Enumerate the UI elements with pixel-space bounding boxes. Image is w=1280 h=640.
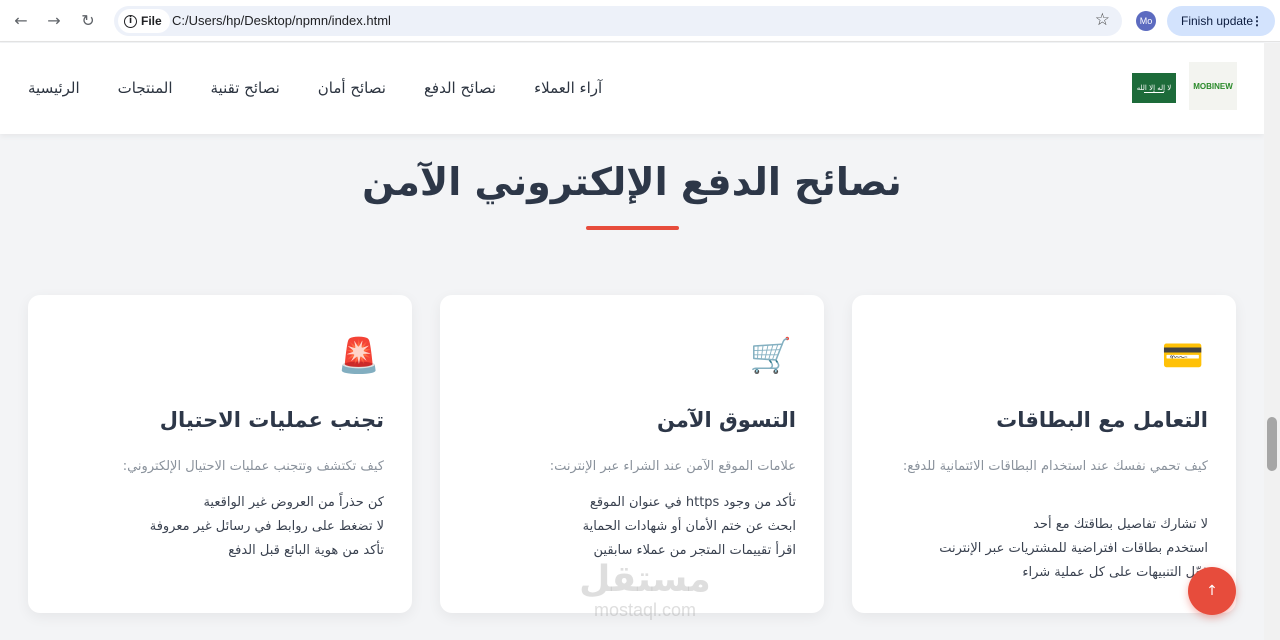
nav-item-products[interactable]: المنتجات [118, 79, 173, 97]
list-item: تأكد من هوية البائع قبل الدفع [228, 543, 384, 558]
site-logo[interactable]: MOBINEW [1189, 62, 1237, 110]
list-item: لا تضغط على روابط في رسائل غير معروفة [149, 519, 384, 534]
forward-arrow-icon[interactable]: → [43, 10, 65, 32]
info-icon: i [124, 14, 137, 28]
card-title: تجنب عمليات الاحتيال [159, 408, 384, 432]
nav-item-reviews[interactable]: آراء العملاء [534, 79, 602, 97]
address-bar[interactable]: i File C:/Users/hp/Desktop/npmn/index.ht… [114, 6, 1122, 36]
card-fraud-avoidance: 🚨 تجنب عمليات الاحتيال كيف تكتشف وتتجنب … [28, 295, 412, 613]
arrow-up-icon: ↑ [1206, 583, 1218, 599]
card-list: كن حذراً من العروض غير الواقعية لا تضغط … [54, 491, 384, 563]
nav-item-payment-tips[interactable]: نصائح الدفع [424, 79, 496, 97]
card-list: تأكد من وجود https في عنوان الموقع ابحث … [466, 491, 796, 563]
card-title: التعامل مع البطاقات [996, 408, 1208, 432]
file-label: File [141, 14, 162, 28]
list-item: ابحث عن ختم الأمان أو شهادات الحماية [582, 519, 796, 534]
list-item: فعّل التنبيهات على كل عملية شراء [1022, 565, 1208, 580]
scrollbar-thumb[interactable] [1267, 417, 1277, 471]
main-nav: الرئيسية المنتجات نصائح تقنية نصائح أمان… [28, 79, 602, 97]
nav-item-tech-tips[interactable]: نصائح تقنية [211, 79, 280, 97]
nav-item-security-tips[interactable]: نصائح أمان [318, 79, 386, 97]
finish-update-button[interactable]: Finish update ⋮ [1167, 6, 1275, 36]
card-intro: كيف تكتشف وتتجنب عمليات الاحتيال الإلكتر… [122, 459, 384, 474]
title-underline [586, 226, 679, 230]
list-item: استخدم بطاقات افتراضية للمشتريات عبر الإ… [939, 541, 1208, 556]
watermark-arabic: مستقل [579, 559, 711, 600]
reload-icon[interactable]: ↻ [77, 10, 99, 32]
list-item: لا تشارك تفاصيل بطاقتك مع أحد [1033, 517, 1208, 532]
logo-text: MOBINEW [1193, 81, 1233, 91]
card-intro: كيف تحمي نفسك عند استخدام البطاقات الائت… [902, 459, 1208, 474]
bookmark-star-icon[interactable]: ☆ [1095, 10, 1110, 30]
back-to-top-button[interactable]: ↑ [1188, 567, 1236, 615]
card-intro: علامات الموقع الآمن عند الشراء عبر الإنت… [549, 459, 796, 474]
back-arrow-icon[interactable]: ← [10, 10, 32, 32]
site-header: الرئيسية المنتجات نصائح تقنية نصائح أمان… [0, 43, 1264, 134]
card-list: لا تشارك تفاصيل بطاقتك مع أحد استخدم بطا… [878, 513, 1208, 585]
page-scrollbar[interactable] [1264, 43, 1280, 640]
card-card-handling: 💳 التعامل مع البطاقات كيف تحمي نفسك عند … [852, 295, 1236, 613]
url-text[interactable]: C:/Users/hp/Desktop/npmn/index.html [172, 13, 391, 28]
browser-toolbar: ← → ↻ i File C:/Users/hp/Desktop/npmn/in… [0, 0, 1280, 42]
watermark-latin: mostaql.com [593, 600, 697, 620]
profile-avatar[interactable]: Mo [1136, 11, 1156, 31]
card-title: التسوق الآمن [656, 408, 796, 432]
list-item: كن حذراً من العروض غير الواقعية [203, 495, 384, 510]
credit-card-icon: 💳 [1161, 336, 1205, 376]
alarm-light-icon: 🚨 [337, 336, 381, 376]
watermark: مستقل mostaql.com [560, 559, 730, 621]
kebab-menu-icon[interactable]: ⋮ [1251, 6, 1263, 36]
list-item: تأكد من وجود https في عنوان الموقع [589, 495, 796, 510]
section-title: نصائح الدفع الإلكتروني الآمن [362, 160, 902, 204]
saudi-flag-icon: لا إله إلا الله [1132, 73, 1176, 103]
nav-item-home[interactable]: الرئيسية [28, 79, 80, 97]
flag-text: لا إله إلا الله [1136, 84, 1172, 92]
finish-update-label: Finish update [1181, 14, 1254, 28]
site-info-chip[interactable]: i File [118, 9, 170, 33]
shopping-cart-icon: 🛒 [749, 336, 793, 376]
